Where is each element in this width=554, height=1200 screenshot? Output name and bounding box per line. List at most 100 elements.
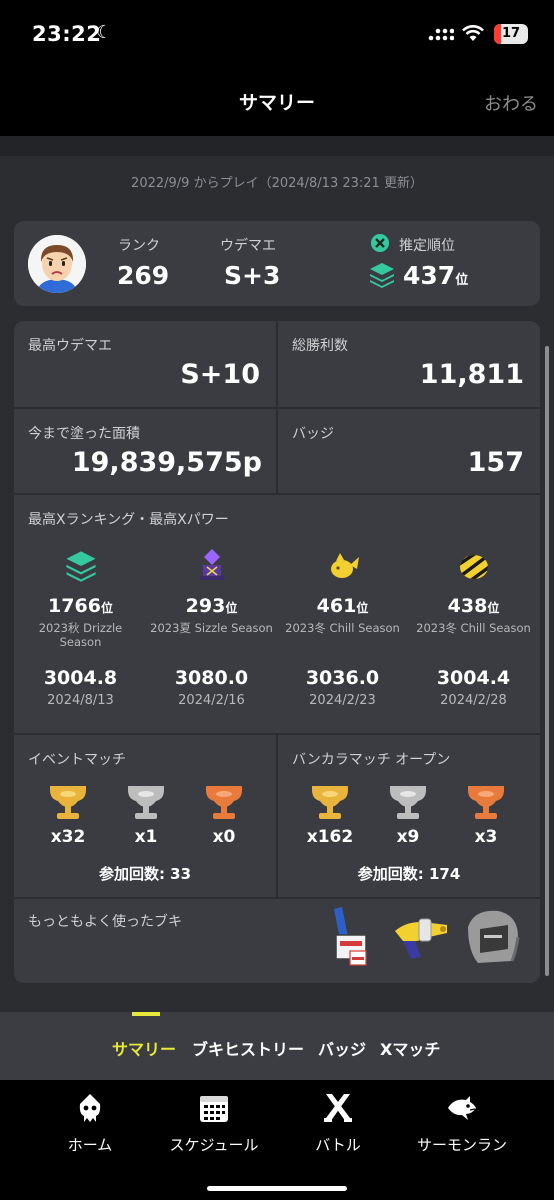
page-title: サマリー — [238, 92, 315, 114]
crossed-weapons-icon — [324, 1094, 352, 1122]
bankara-gold-count: x162 — [306, 827, 354, 847]
squid-home-icon — [79, 1094, 101, 1122]
active-tab-indicator — [132, 1012, 160, 1016]
bankara-open-title: バンカラマッチ オープン — [292, 752, 451, 768]
xranking-season-1: 1766位 2023秋 Drizzle Season 3004.8 2024/8… — [15, 545, 146, 715]
cellular-signal-icon — [428, 28, 454, 41]
avatar — [28, 235, 86, 293]
status-bar: 23:22 ☾ 17 — [0, 0, 554, 70]
nav-bar: サマリー おわる — [0, 70, 554, 136]
calendar-icon — [200, 1096, 228, 1122]
x-rank-value: 461 — [316, 595, 357, 617]
status-time: 23:22 — [32, 22, 102, 46]
play-since-text: 2022/9/9 からプレイ（2024/8/13 23:21 更新） — [131, 176, 423, 191]
bronze-trophy-icon — [468, 786, 504, 819]
bottom-nav: ホーム スケジュール バトル サーモンラン — [0, 1080, 554, 1200]
badges-value: 157 — [467, 447, 524, 478]
gold-trophy-icon — [50, 786, 86, 819]
event-bronze-count: x0 — [212, 827, 236, 847]
bankara-bronze-count: x3 — [474, 827, 498, 847]
silver-trophy-icon — [390, 786, 426, 819]
weapon-shooter-icon — [395, 918, 447, 959]
painted-value: 19,839,575p — [71, 447, 262, 478]
bottom-nav-salmon-run[interactable]: サーモンラン — [402, 1092, 522, 1155]
bankara-participation: 参加回数: 174 — [357, 865, 461, 883]
x-rank-suffix: 位 — [487, 601, 500, 615]
x-match-icon — [371, 234, 389, 252]
scrollbar[interactable] — [545, 346, 549, 976]
x-rank-suffix: 位 — [100, 601, 113, 615]
event-match-title: イベントマッチ — [28, 752, 126, 768]
bottom-nav-label: バトル — [315, 1136, 361, 1154]
udemae-value: S+3 — [224, 261, 281, 290]
max-udemae-cell: 最高ウデマエ S+10 — [14, 321, 276, 407]
home-indicator[interactable] — [207, 1186, 347, 1191]
x-season-name: 2023秋 Drizzle Season — [38, 621, 123, 649]
x-rank-tier-icon — [65, 551, 96, 582]
summary-tabs: サマリー ブキヒストリー バッジ Xマッチ — [0, 1012, 554, 1080]
divider — [276, 321, 278, 493]
painted-label: 今まで塗った面積 — [28, 426, 140, 442]
weapons-title: もっともよく使ったブキ — [28, 914, 182, 930]
x-rank-tier-icon — [370, 263, 394, 288]
summary-content[interactable]: 2022/9/9 からプレイ（2024/8/13 23:21 更新） ランク 2… — [0, 136, 554, 1012]
tab-weapon-history[interactable]: ブキヒストリー — [192, 1036, 304, 1060]
bottom-nav-schedule[interactable]: スケジュール — [154, 1092, 274, 1155]
profile-card: ランク 269 ウデマエ S+3 推定順位 437位 — [14, 221, 540, 306]
x-rank-value: 438 — [447, 595, 488, 617]
tab-x-match[interactable]: Xマッチ — [380, 1036, 440, 1060]
divider — [276, 735, 278, 897]
badges-label: バッジ — [292, 426, 334, 442]
event-silver-count: x1 — [134, 827, 158, 847]
wins-label: 総勝利数 — [292, 338, 348, 354]
bronze-trophy-icon — [206, 786, 242, 819]
battery-level: 17 — [501, 26, 521, 41]
bottom-nav-battle[interactable]: バトル — [278, 1092, 398, 1155]
content-top-strip — [0, 136, 554, 156]
lantern-icon — [199, 549, 224, 580]
x-rank-suffix: 位 — [225, 601, 238, 615]
divider — [14, 897, 540, 899]
rank-value: 269 — [117, 261, 170, 290]
x-power-date: 2024/2/28 — [440, 693, 507, 708]
bottom-nav-label: ホーム — [67, 1136, 113, 1154]
max-udemae-value: S+10 — [180, 359, 260, 390]
x-power-value: 3004.4 — [436, 667, 511, 689]
x-power-value: 3080.0 — [174, 667, 249, 689]
gold-trophy-icon — [312, 786, 348, 819]
weapon-brella-icon — [468, 910, 520, 963]
bottom-nav-home[interactable]: ホーム — [30, 1092, 150, 1155]
silver-trophy-icon — [128, 786, 164, 819]
xranking-season-3: 461位 2023冬 Chill Season 3036.0 2024/2/23 — [277, 545, 408, 715]
x-power-date: 2024/2/23 — [309, 693, 376, 708]
xrank-suffix: 位 — [455, 273, 469, 288]
close-button[interactable]: おわる — [484, 90, 538, 116]
event-participation: 参加回数: 33 — [98, 865, 192, 883]
golden-fish-icon — [330, 553, 359, 578]
x-power-value: 3036.0 — [305, 667, 380, 689]
bankara-silver-count: x9 — [396, 827, 420, 847]
x-season-name: 2023冬 Chill Season — [285, 621, 400, 635]
udemae-label: ウデマエ — [220, 238, 276, 254]
wins-value: 11,811 — [419, 359, 524, 390]
stats-card: 最高ウデマエ S+10 総勝利数 11,811 今まで塗った面積 19,839,… — [14, 321, 540, 983]
event-gold-count: x32 — [50, 827, 86, 847]
painted-cell: 今まで塗った面積 19,839,575p — [14, 409, 276, 493]
xranking-season-2: 293位 2023夏 Sizzle Season 3080.0 2024/2/1… — [146, 545, 277, 715]
striped-ball-icon — [459, 555, 488, 579]
x-rank-value: 293 — [185, 595, 226, 617]
max-udemae-label: 最高ウデマエ — [28, 338, 112, 354]
tab-badges[interactable]: バッジ — [318, 1036, 366, 1060]
x-rank-suffix: 位 — [356, 601, 369, 615]
bottom-nav-label: サーモンラン — [416, 1136, 507, 1154]
salmon-icon — [448, 1096, 476, 1120]
xranking-title: 最高Xランキング・最高Xパワー — [28, 512, 229, 528]
badges-cell: バッジ 157 — [278, 409, 540, 493]
x-power-value: 3004.8 — [43, 667, 118, 689]
rank-label: ランク — [118, 238, 160, 254]
x-season-name: 2023夏 Sizzle Season — [150, 621, 273, 635]
tab-summary[interactable]: サマリー — [112, 1036, 176, 1060]
xranking-season-4: 438位 2023冬 Chill Season 3004.4 2024/2/28 — [408, 545, 539, 715]
bottom-nav-label: スケジュール — [169, 1136, 259, 1154]
wifi-icon — [462, 25, 484, 41]
